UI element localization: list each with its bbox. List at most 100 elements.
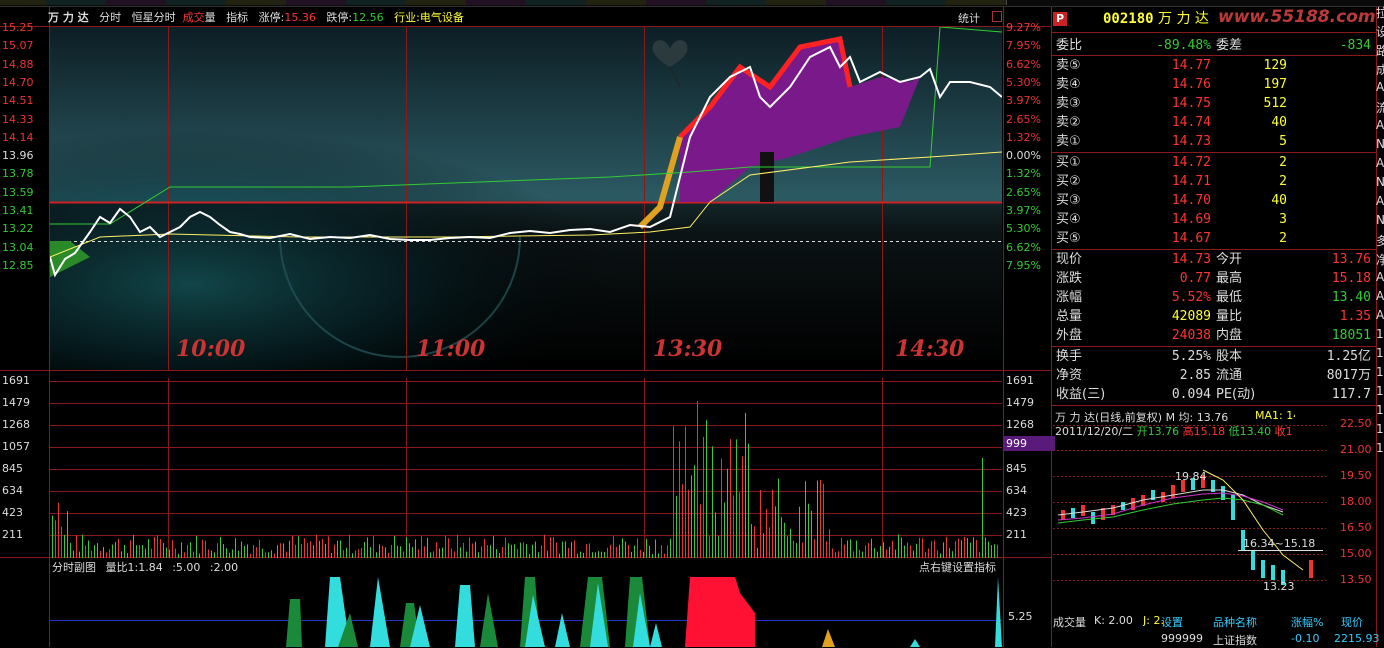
bids-volume: 2 (1279, 231, 1287, 246)
volume-bar (322, 538, 323, 558)
volume-bar (997, 544, 998, 558)
asks-label: 卖② (1056, 115, 1081, 130)
volume-bar (766, 508, 767, 558)
volume-label-part2[interactable]: 量 (205, 11, 216, 24)
volume-tick: 211 (2, 528, 23, 541)
volume-bar (985, 537, 986, 558)
stock-name: 万 力 达 (48, 11, 89, 24)
stat-label: 今开 (1216, 252, 1243, 267)
stock-code: 002180 (1103, 11, 1154, 27)
volume-tick: 1691 (1006, 374, 1034, 387)
volume-chart[interactable] (50, 378, 1002, 558)
window-toggle-icon[interactable] (992, 11, 1002, 22)
stat-label: 涨跌 (1056, 271, 1083, 286)
volume-bar (715, 512, 716, 558)
volume-bar (118, 538, 119, 558)
intraday-chart[interactable] (50, 27, 1002, 370)
right-edge-text: N (1376, 175, 1384, 189)
volume-bar (337, 540, 338, 558)
volume-bar (256, 547, 257, 558)
sub-indicator-chart[interactable] (50, 573, 1002, 647)
wei-cha-label: 委差 (1216, 38, 1243, 53)
volume-bar (958, 538, 959, 558)
volume-bar (904, 545, 905, 558)
percent-tick: 6.62% (1006, 57, 1041, 71)
kline-candle (1271, 565, 1275, 580)
volume-bar (685, 426, 686, 558)
volume-bar (466, 551, 467, 558)
volume-bar (460, 547, 461, 558)
volume-bar (613, 536, 614, 558)
volume-bar (547, 550, 548, 558)
fundamental-label: PE(动) (1216, 387, 1256, 402)
asks-volume: 5 (1279, 134, 1287, 149)
asks-volume: 40 (1271, 115, 1287, 130)
volume-bar (427, 537, 428, 558)
price-tick: 13.22 (2, 222, 34, 236)
volume-bar (853, 551, 854, 558)
volume-bar (457, 534, 458, 558)
volume-bar (856, 540, 857, 558)
indicator-label[interactable]: 指标 (226, 11, 248, 24)
volume-bar (769, 527, 770, 558)
volume-bar (688, 489, 689, 558)
fundamental-label: 换手 (1056, 349, 1083, 364)
volume-bar (79, 551, 80, 558)
bids-label: 买③ (1056, 193, 1081, 208)
variety-name-tab[interactable]: 品种名称 (1213, 614, 1257, 630)
volume-bar (607, 547, 608, 558)
volume-bar (250, 553, 251, 558)
kline-candle (1309, 560, 1313, 578)
right-edge-text: N (1376, 213, 1384, 227)
volume-bar (916, 543, 917, 558)
style-label[interactable]: 恒星分时 (132, 11, 176, 24)
stat-label: 内盘 (1216, 328, 1243, 343)
price-tab[interactable]: 现价 (1341, 614, 1363, 630)
volume-bar (871, 538, 872, 558)
volume-bar (286, 551, 287, 558)
volume-bar (940, 553, 941, 558)
bids-label: 买⑤ (1056, 231, 1081, 246)
volume-bar (517, 549, 518, 558)
volume-bar (658, 553, 659, 558)
volume-bar (898, 534, 899, 558)
volume-bar (631, 551, 632, 558)
mode-label[interactable]: 分时 (99, 11, 121, 24)
volume-bar (538, 552, 539, 558)
volume-bar (91, 550, 92, 558)
volume-bar (157, 535, 158, 558)
settings-tab[interactable]: 设置 (1161, 614, 1183, 630)
volume-tick: 1268 (2, 418, 30, 431)
volume-bar (973, 537, 974, 558)
volume-bar (817, 480, 818, 558)
volume-bar (187, 544, 188, 558)
site-watermark: www.55188.com (1218, 7, 1376, 27)
index-code: 999999 (1161, 632, 1203, 645)
kline-chart[interactable]: 19.84 16.34~15.18 13.23 (1053, 420, 1326, 610)
volume-bar (706, 420, 707, 558)
volume-bar (556, 542, 557, 558)
volume-bar (550, 537, 551, 558)
change-pct-tab[interactable]: 涨幅% (1291, 614, 1323, 630)
volume-bar (223, 544, 224, 558)
percent-tick: 5.30% (1006, 222, 1041, 236)
volume-bar (979, 552, 980, 558)
volume-bar (640, 549, 641, 558)
volume-bar (610, 544, 611, 558)
volume-bar (334, 544, 335, 558)
volume-bar (877, 551, 878, 558)
volume-bar (445, 535, 446, 558)
percent-tick: 1.32% (1006, 130, 1041, 144)
kline-price-tick: 13.50 (1340, 573, 1372, 586)
volume-bar (994, 544, 995, 558)
volume-bar (112, 544, 113, 558)
volume-label-part1[interactable]: 成交 (183, 11, 205, 24)
kline-candle (1261, 560, 1265, 578)
right-edge-text: 多 (1376, 234, 1384, 248)
stats-button[interactable]: 统计 (958, 10, 980, 26)
silhouette-figure (760, 152, 774, 202)
stat-label: 涨幅 (1056, 290, 1083, 305)
volume-bar (712, 446, 713, 558)
volume-bar (682, 484, 683, 558)
volume-bar (778, 478, 779, 558)
